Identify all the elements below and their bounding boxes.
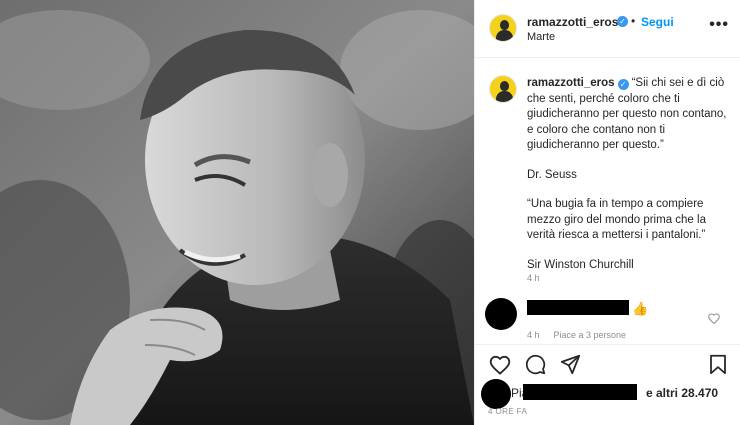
follow-button[interactable]: Segui (641, 15, 674, 29)
post-caption: ramazzotti_eros ✓ “Sii chi sei e dì ciò ch… (527, 76, 733, 287)
caption-author-2: Sir Winston Churchill (527, 258, 634, 271)
caption-username[interactable]: ramazzotti_eros (527, 77, 615, 89)
likes-count[interactable]: e altri 28.470 (646, 386, 718, 400)
verified-badge-icon: ✓ (617, 16, 628, 27)
posted-time[interactable]: 4 ORE FA (488, 407, 527, 416)
redacted-comment (527, 300, 629, 315)
location-link[interactable]: Marte (527, 31, 555, 43)
comment-meta: 4 h Piace a 3 persone (527, 330, 626, 340)
verified-badge-icon: ✓ (617, 79, 629, 90)
caption-avatar[interactable] (489, 75, 517, 103)
post-header: ramazzotti_eros ✓ • Segui Marte ••• (475, 0, 740, 58)
liker-avatar[interactable] (481, 379, 511, 409)
comment-icon[interactable] (525, 354, 546, 380)
comment-likes[interactable]: Piace a 3 persone (554, 330, 627, 340)
heart-icon[interactable] (489, 355, 511, 380)
action-bar (475, 344, 740, 384)
caption-quote-2: “Una bugia fa in tempo a compiere mezzo … (527, 198, 706, 241)
like-comment-heart-icon[interactable] (708, 311, 720, 329)
thumbs-up-emoji: 👍 (632, 301, 649, 316)
profile-username[interactable]: ramazzotti_eros (527, 15, 618, 29)
share-icon[interactable] (560, 354, 581, 380)
more-options-icon[interactable]: ••• (709, 16, 729, 34)
bookmark-icon[interactable] (709, 354, 727, 380)
caption-author-1: Dr. Seuss (527, 168, 577, 181)
post-photo[interactable] (0, 0, 474, 425)
profile-avatar[interactable] (489, 14, 517, 42)
commenter-avatar[interactable] (485, 298, 517, 330)
redacted-liker-name (523, 384, 637, 400)
post-details-panel: ramazzotti_eros ✓ • Segui Marte ••• rama… (474, 0, 740, 425)
comment-time[interactable]: 4 h (527, 330, 540, 340)
caption-paragraph-1: ramazzotti_eros ✓ “Sii chi sei e dì ciò ch… (527, 76, 733, 154)
separator-dot: • (631, 14, 636, 28)
caption-time[interactable]: 4 h (527, 273, 540, 283)
portrait-photo-icon (0, 0, 474, 425)
